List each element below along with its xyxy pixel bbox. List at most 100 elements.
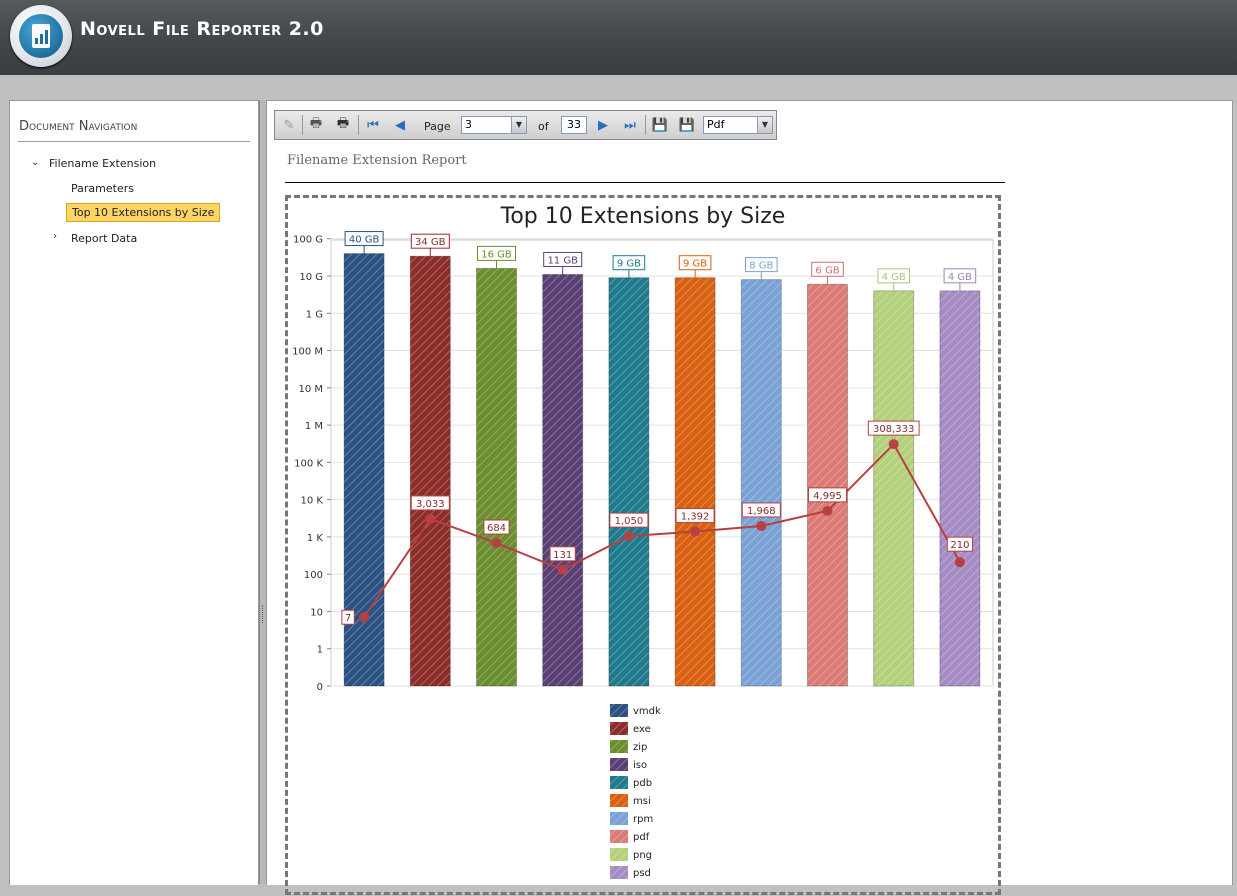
bar-series: 40 GB 34 GB 16 GB 11 GB 9 GB 9 GB 8 GB 6 GB 4 GB… — [343, 231, 981, 687]
line-point — [756, 520, 767, 531]
line-data-label: 1,392 — [681, 512, 710, 523]
bar-data-label: 4 GB — [882, 272, 906, 283]
legend-swatch-hatch — [610, 866, 628, 879]
legend-swatch-hatch — [610, 740, 628, 753]
bar-hatch — [476, 268, 517, 686]
y-tick-label: 10 G — [299, 272, 323, 283]
splitter-grip[interactable] — [262, 605, 265, 623]
chart-legend: vmdk exe zip iso pdb msi rpm pdf png psd — [610, 704, 661, 879]
chart-title: Top 10 Extensions by Size — [500, 204, 786, 229]
chevron-down-icon[interactable]: ▼ — [757, 117, 772, 133]
app-title: Novell File Reporter 2.0 — [80, 18, 324, 40]
legend-swatch-hatch — [610, 794, 628, 807]
legend-label: exe — [633, 724, 651, 735]
legend-label: psd — [633, 868, 651, 879]
line-point — [623, 531, 634, 542]
legend-label: vmdk — [633, 706, 661, 717]
line-path — [363, 442, 961, 618]
chevron-down-icon[interactable]: ⌄ — [31, 157, 39, 168]
line-data-label: 7 — [345, 613, 351, 624]
y-tick-label: 1 G — [306, 309, 323, 320]
of-label: of — [538, 120, 549, 133]
y-tick-label: 100 M — [292, 347, 323, 358]
legend-label: zip — [633, 742, 647, 753]
legend-label: pdf — [633, 832, 650, 843]
report-toolbar: ✎ 🖶 🖶 ⏮ ◀ Page 3 ▼ of 33 ▶ ⏭ 💾 💾 Pdf ▼ — [274, 110, 777, 140]
chart-frame: Top 10 Extensions by Size 0 1 10 100 1 K 10 K… — [285, 195, 1001, 895]
app-header: Novell File Reporter 2.0 — [0, 0, 1237, 75]
bar-data-label: 9 GB — [617, 259, 641, 270]
next-page-icon[interactable]: ▶ — [595, 117, 611, 133]
toolbar-separator — [645, 115, 646, 135]
export-icon[interactable]: 💾 — [679, 117, 695, 133]
document-navigation-panel: Document Navigation ⌄ Filename Extension… — [9, 100, 259, 885]
print-page-icon[interactable]: 🖶 — [335, 116, 351, 133]
nav-item-report-data[interactable]: Report Data — [71, 232, 137, 245]
export-format-value: Pdf — [707, 118, 725, 131]
nav-divider — [18, 141, 250, 142]
legend-label: png — [633, 850, 652, 861]
y-tick-label: 10 M — [298, 384, 323, 395]
bar-hatch — [675, 277, 716, 686]
nav-item-filename-extension[interactable]: Filename Extension — [49, 157, 156, 170]
y-tick-label: 100 — [304, 570, 323, 581]
bar-data-label: 40 GB — [349, 235, 380, 246]
bar-hatch — [608, 277, 649, 686]
legend-swatch-hatch — [610, 722, 628, 735]
y-tick-label: 100 K — [294, 458, 323, 469]
report-viewer: ✎ 🖶 🖶 ⏮ ◀ Page 3 ▼ of 33 ▶ ⏭ 💾 💾 Pdf ▼ F… — [266, 100, 1233, 895]
report-title-rule — [285, 182, 1005, 183]
save-icon[interactable]: 💾 — [652, 117, 668, 133]
page-number-input[interactable]: 3 ▼ — [461, 116, 527, 134]
chart-canvas: Top 10 Extensions by Size 0 1 10 100 1 K 10 K… — [292, 204, 994, 879]
last-page-icon[interactable]: ⏭ — [622, 117, 638, 133]
bar-hatch — [741, 279, 782, 686]
legend-swatch-hatch — [610, 812, 628, 825]
chevron-right-icon[interactable]: › — [53, 231, 57, 242]
bar-data-label: 4 GB — [948, 272, 972, 283]
page-label: Page — [424, 120, 451, 133]
line-data-label: 4,995 — [813, 491, 842, 502]
legend-label: iso — [633, 760, 647, 771]
bar-hatch — [542, 274, 583, 686]
line-point — [491, 538, 502, 549]
y-tick-label: 1 K — [307, 533, 324, 544]
legend-label: msi — [633, 796, 651, 807]
bar-hatch — [410, 256, 451, 686]
line-data-label: 3,033 — [416, 499, 445, 510]
bar-data-label: 8 GB — [749, 261, 773, 272]
nav-item-parameters[interactable]: Parameters — [71, 182, 134, 195]
total-pages: 33 — [561, 116, 587, 134]
y-axis-ticks: 0 1 10 100 1 K 10 K 100 K 1 M 10 M 100 M 1 G 10 G 10… — [292, 235, 323, 693]
report-title: Filename Extension Report — [287, 153, 467, 168]
bar-data-label: 11 GB — [547, 255, 578, 266]
legend-swatch-hatch — [610, 830, 628, 843]
nav-item-top10-extensions[interactable]: Top 10 Extensions by Size — [66, 203, 221, 222]
line-point — [888, 439, 899, 450]
line-data-label: 210 — [950, 540, 969, 551]
line-point — [822, 505, 833, 516]
line-point — [690, 526, 701, 537]
prev-page-icon[interactable]: ◀ — [392, 117, 408, 133]
bar-data-label: 9 GB — [683, 259, 707, 270]
legend-swatch-hatch — [610, 758, 628, 771]
export-format-select[interactable]: Pdf ▼ — [703, 116, 773, 134]
line-point — [359, 612, 370, 623]
line-data-label: 308,333 — [873, 424, 914, 435]
line-point — [425, 513, 436, 524]
legend-swatch-hatch — [610, 704, 628, 717]
bar-hatch — [873, 290, 914, 686]
panel-splitter[interactable] — [259, 100, 266, 884]
print-icon[interactable]: 🖶 — [308, 116, 324, 133]
bar-hatch — [939, 290, 980, 686]
y-tick-label: 1 — [317, 645, 323, 656]
legend-swatch-hatch — [610, 776, 628, 789]
line-point — [557, 564, 568, 575]
nav-title: Document Navigation — [19, 119, 138, 134]
first-page-icon[interactable]: ⏮ — [365, 117, 381, 133]
refresh-icon[interactable]: ✎ — [281, 117, 297, 133]
y-tick-label: 10 — [310, 607, 323, 618]
y-tick-label: 1 M — [305, 421, 323, 432]
line-data-label: 1,968 — [747, 506, 776, 517]
chevron-down-icon[interactable]: ▼ — [511, 117, 526, 133]
